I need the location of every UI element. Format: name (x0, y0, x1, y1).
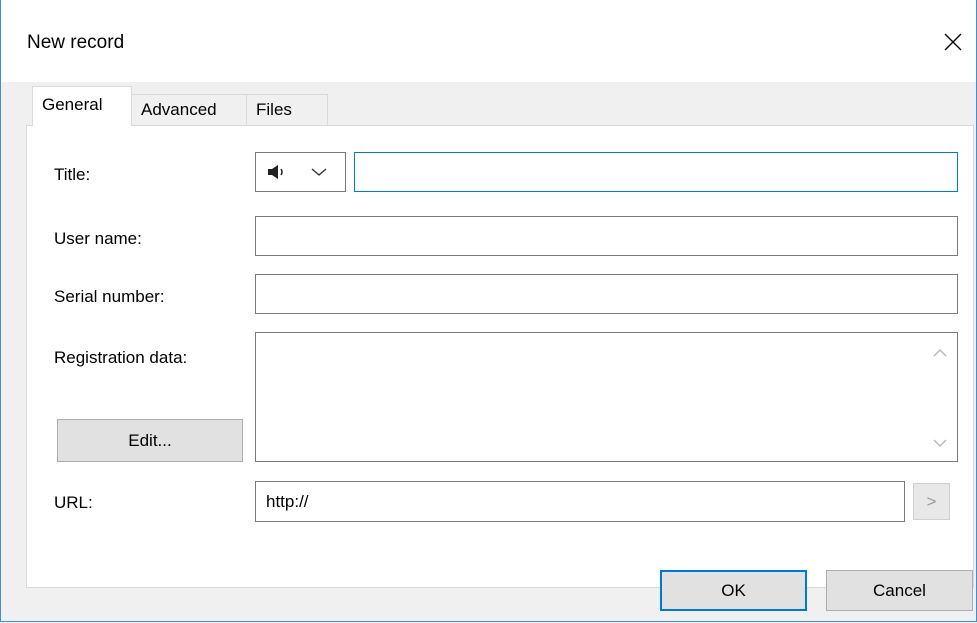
serial-input-box (255, 274, 958, 314)
close-icon (944, 33, 962, 51)
tab-general-label: General (42, 95, 103, 114)
username-input[interactable] (256, 217, 957, 255)
ok-button[interactable]: OK (660, 570, 807, 611)
url-label: URL: (54, 493, 93, 512)
serial-input[interactable] (256, 275, 957, 313)
url-input-box (255, 481, 905, 522)
username-label: User name: (54, 229, 142, 248)
edit-button[interactable]: Edit... (57, 419, 243, 462)
url-go-button[interactable]: > (913, 483, 950, 520)
scroll-up-icon[interactable] (923, 343, 957, 363)
cancel-button[interactable]: Cancel (826, 570, 973, 611)
tab-files-label: Files (256, 100, 292, 119)
url-go-label: > (926, 492, 937, 511)
close-button[interactable] (931, 22, 975, 62)
speaker-icon (268, 165, 283, 179)
cancel-button-label: Cancel (873, 581, 926, 600)
url-input[interactable] (256, 482, 904, 521)
regdata-scrollbar[interactable] (923, 333, 957, 461)
title-input-box (354, 152, 958, 192)
scroll-down-icon[interactable] (923, 433, 957, 453)
title-label: Title: (54, 165, 91, 184)
window-title: New record (27, 32, 125, 53)
title-speech-dropdown[interactable] (255, 152, 346, 192)
regdata-label: Registration data: (54, 348, 188, 367)
ok-button-label: OK (721, 581, 746, 600)
tab-general[interactable]: General (32, 86, 132, 126)
title-input[interactable] (355, 153, 957, 191)
tab-advanced-label: Advanced (141, 100, 217, 119)
username-input-box (255, 216, 958, 256)
tab-files[interactable]: Files (246, 94, 328, 126)
regdata-textarea[interactable] (255, 332, 958, 462)
serial-label: Serial number: (54, 287, 165, 306)
tab-advanced[interactable]: Advanced (131, 94, 247, 126)
edit-button-label: Edit... (128, 431, 172, 450)
title-bar: New record (1, 0, 976, 82)
chevron-down-icon (311, 168, 327, 176)
